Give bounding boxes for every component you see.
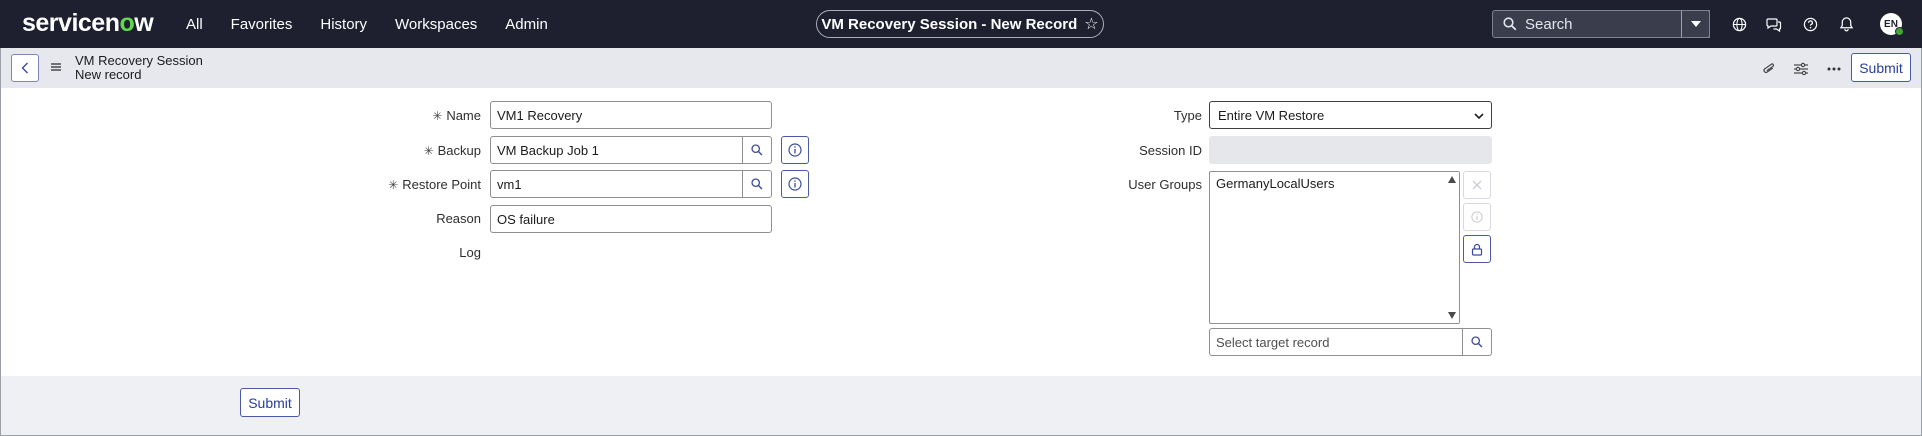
target-record-input[interactable]: Select target record: [1210, 329, 1462, 355]
search-icon: [1503, 17, 1517, 31]
search-icon: [751, 144, 763, 156]
type-label: Type: [1173, 108, 1202, 123]
search-icon: [1471, 336, 1483, 348]
type-selected-value: Entire VM Restore: [1218, 107, 1325, 123]
nav-workspaces[interactable]: Workspaces: [395, 16, 477, 33]
form-table-name: VM Recovery Session: [75, 53, 203, 68]
attachment-icon[interactable]: [1760, 60, 1778, 78]
nav-admin[interactable]: Admin: [505, 16, 548, 33]
name-label: ✳ Name: [432, 108, 481, 123]
scroll-up-arrow-icon[interactable]: [1448, 176, 1456, 183]
target-record-reference-field[interactable]: Select target record: [1209, 328, 1492, 356]
search-placeholder: Search: [1525, 15, 1573, 33]
info-icon: [788, 143, 802, 157]
form-header: VM Recovery Session New record Submit: [1, 48, 1921, 88]
form-record-state: New record: [75, 67, 142, 82]
unlock-group-button[interactable]: [1463, 235, 1491, 263]
hamburger-menu-icon[interactable]: [50, 61, 62, 73]
main-nav: All Favorites History Workspaces Admin: [186, 0, 576, 48]
required-marker: ✳: [423, 144, 434, 158]
restore-point-reference-field[interactable]: vm1: [490, 170, 772, 198]
chevron-down-icon: [1474, 113, 1484, 120]
chat-icon[interactable]: [1764, 14, 1784, 34]
session-id-field: [1209, 136, 1492, 164]
backup-reference-field[interactable]: VM Backup Job 1: [490, 136, 772, 164]
target-record-lookup-button[interactable]: [1462, 329, 1491, 355]
bell-icon[interactable]: [1836, 14, 1856, 34]
back-button[interactable]: [11, 54, 39, 82]
help-icon[interactable]: [1800, 14, 1820, 34]
chevron-left-icon: [21, 62, 28, 74]
remove-group-button[interactable]: [1463, 171, 1491, 199]
backup-lookup-button[interactable]: [742, 137, 771, 163]
restore-point-lookup-button[interactable]: [742, 171, 771, 197]
group-info-button[interactable]: [1463, 203, 1491, 231]
more-icon[interactable]: [1825, 60, 1843, 78]
type-select[interactable]: Entire VM Restore: [1209, 101, 1492, 129]
required-marker: ✳: [388, 178, 399, 192]
record-title: VM Recovery Session - New Record: [821, 15, 1078, 33]
record-title-pill[interactable]: VM Recovery Session - New Record ☆: [816, 10, 1104, 38]
reason-input[interactable]: OS failure: [490, 205, 772, 233]
global-search-input[interactable]: Search: [1492, 10, 1710, 38]
name-input[interactable]: VM1 Recovery: [490, 101, 772, 129]
backup-info-button[interactable]: [781, 136, 809, 164]
backup-input[interactable]: VM Backup Job 1: [491, 137, 742, 163]
search-icon: [751, 178, 763, 190]
backup-label: ✳ Backup: [423, 143, 481, 158]
required-marker: ✳: [432, 109, 443, 123]
restore-point-input[interactable]: vm1: [491, 171, 742, 197]
listbox-scrollbar[interactable]: [1445, 172, 1459, 323]
submit-button-top[interactable]: Submit: [1851, 53, 1911, 82]
info-icon: [1471, 211, 1483, 223]
log-label: Log: [459, 245, 481, 260]
top-navigation-bar: servicenow All Favorites History Workspa…: [0, 0, 1922, 48]
submit-button-bottom[interactable]: Submit: [240, 388, 300, 417]
close-icon: [1472, 180, 1482, 190]
reason-label: Reason: [436, 211, 481, 226]
restore-point-label: ✳ Restore Point: [388, 177, 481, 192]
scroll-down-arrow-icon[interactable]: [1448, 312, 1456, 319]
nav-favorites[interactable]: Favorites: [231, 16, 293, 33]
presence-status-badge: [1895, 27, 1904, 36]
settings-sliders-icon[interactable]: [1792, 60, 1810, 78]
caret-down-icon: [1690, 21, 1701, 27]
user-groups-label: User Groups: [1128, 177, 1202, 192]
servicenow-logo[interactable]: servicenow: [22, 9, 154, 38]
search-scope-dropdown[interactable]: [1681, 10, 1710, 38]
restore-point-info-button[interactable]: [781, 170, 809, 198]
user-avatar[interactable]: EN: [1880, 13, 1904, 36]
nav-all[interactable]: All: [186, 16, 203, 33]
form-title: VM Recovery Session New record: [75, 54, 203, 82]
session-id-label: Session ID: [1139, 143, 1202, 158]
globe-icon[interactable]: [1729, 14, 1749, 34]
unlock-icon: [1471, 243, 1483, 256]
info-icon: [788, 177, 802, 191]
list-item[interactable]: GermanyLocalUsers: [1216, 176, 1335, 191]
nav-history[interactable]: History: [320, 16, 367, 33]
star-icon[interactable]: ☆: [1084, 14, 1098, 34]
user-groups-listbox[interactable]: GermanyLocalUsers: [1209, 171, 1460, 324]
